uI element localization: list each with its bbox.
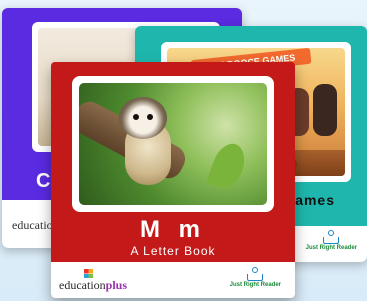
book-collection: Cl education THE BOOCE GAMES ames Just R… (0, 0, 367, 301)
photo-leaf (206, 139, 250, 193)
education-plus-wordmark: educationplus (59, 278, 128, 292)
monkey-photo (79, 83, 267, 205)
monkey-eye (147, 114, 153, 120)
reader-icon (247, 267, 264, 281)
book-footer: educationplus Just Right Reader (51, 262, 295, 298)
monkey-face (119, 97, 167, 139)
monkey-eye (133, 114, 139, 120)
just-right-reader-logo: Just Right Reader (230, 267, 281, 288)
education-plus-mark-icon (84, 269, 93, 278)
education-plus-logo: educationplus (59, 269, 127, 291)
cover-photo-frame (72, 76, 274, 212)
just-right-reader-label: Just Right Reader (229, 282, 281, 288)
book-title-partial: ames (295, 192, 335, 208)
illustration-child (313, 84, 337, 136)
book-subtitle: A Letter Book (130, 244, 216, 258)
reader-icon (323, 230, 340, 244)
just-right-reader-label: Just Right Reader (305, 245, 357, 251)
book-title: M m (140, 216, 206, 243)
just-right-reader-logo: Just Right Reader (306, 230, 357, 251)
book-cover-red[interactable]: M m A Letter Book educationplus Just Rig… (51, 62, 295, 298)
